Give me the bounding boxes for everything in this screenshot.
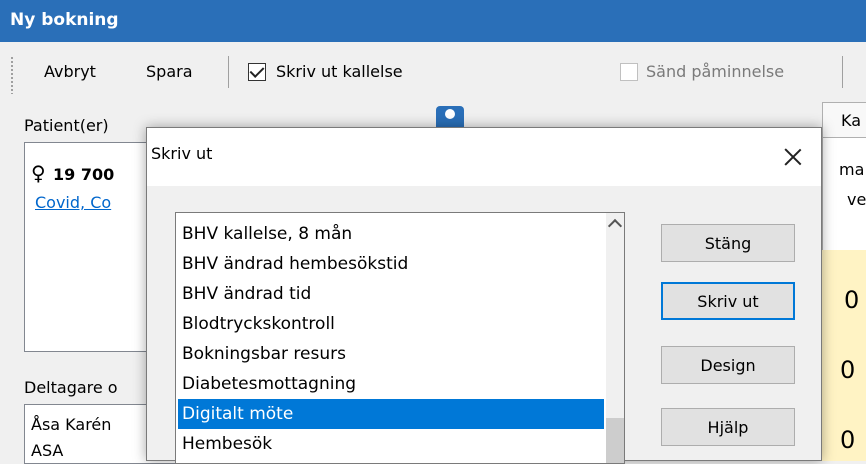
toolbar: Avbryt Spara Skriv ut kallelse Sänd påmi… xyxy=(0,42,866,102)
toolbar-separator xyxy=(842,56,843,88)
print-notice-checkbox[interactable] xyxy=(248,63,266,81)
time-value: 0 xyxy=(840,426,856,454)
checkmark-icon xyxy=(249,63,265,78)
template-listbox[interactable]: BHV kallelse, 8 mån BHV ändrad hembesöks… xyxy=(175,212,625,464)
help-button[interactable]: Hjälp xyxy=(661,408,795,446)
print-dialog: Skriv ut BHV kallelse, 8 mån BHV ändrad … xyxy=(146,127,822,464)
list-item[interactable]: BHV ändrad tid xyxy=(178,279,604,309)
dialog-body: BHV kallelse, 8 mån BHV ändrad hembesöks… xyxy=(147,186,821,464)
list-item[interactable]: BHV ändrad hembesökstid xyxy=(178,249,604,279)
list-item[interactable]: BHV kallelse, 8 mån xyxy=(178,219,604,249)
patients-heading: Patient(er) xyxy=(24,116,109,135)
list-item[interactable]: Hembesök xyxy=(178,429,604,459)
send-reminder-label[interactable]: Sänd påminnelse xyxy=(646,62,784,81)
list-item[interactable]: Bokningsbar resurs xyxy=(178,339,604,369)
patient-name-link[interactable]: Covid, Co xyxy=(35,193,111,212)
save-button[interactable]: Spara xyxy=(146,62,193,81)
cancel-button[interactable]: Avbryt xyxy=(44,62,96,81)
participant-name: Åsa Karén xyxy=(31,415,112,434)
participants-heading: Deltagare o xyxy=(24,378,118,397)
print-notice-label[interactable]: Skriv ut kallelse xyxy=(276,62,403,81)
right-panel-line2: ve xyxy=(847,190,866,209)
right-panel-tab-label: Ka xyxy=(841,111,862,130)
listbox-scrollbar[interactable] xyxy=(606,213,624,463)
send-reminder-checkbox[interactable] xyxy=(620,63,638,81)
toolbar-grip[interactable] xyxy=(10,56,14,94)
close-icon[interactable] xyxy=(773,140,813,174)
scrollbar-thumb[interactable] xyxy=(606,418,624,463)
close-button[interactable]: Stäng xyxy=(661,224,795,262)
list-item-selected[interactable]: Digitalt möte xyxy=(178,399,604,429)
list-item[interactable]: Blodtryckskontroll xyxy=(178,309,604,339)
toolbar-separator xyxy=(228,56,229,88)
patient-id: 19 700 xyxy=(53,165,115,184)
right-panel-line1: ma xyxy=(839,160,865,179)
person-icon[interactable] xyxy=(436,106,464,128)
right-panel-tab[interactable]: Ka xyxy=(822,102,866,138)
window-titlebar: Ny bokning xyxy=(0,0,866,42)
print-button[interactable]: Skriv ut xyxy=(661,282,795,320)
list-item[interactable]: Diabetesmottagning xyxy=(178,369,604,399)
window-title: Ny bokning xyxy=(10,10,119,30)
participant-code: ASA xyxy=(31,441,64,460)
dialog-titlebar: Skriv ut xyxy=(147,128,821,186)
time-value: 0 xyxy=(844,286,860,314)
design-button[interactable]: Design xyxy=(661,346,795,384)
dialog-title: Skriv ut xyxy=(151,144,213,163)
time-value: 0 xyxy=(840,356,856,384)
female-icon: ♀ xyxy=(31,161,46,185)
chevron-up-icon[interactable] xyxy=(607,218,623,234)
time-slot-area: 0 0 0 xyxy=(822,250,866,461)
